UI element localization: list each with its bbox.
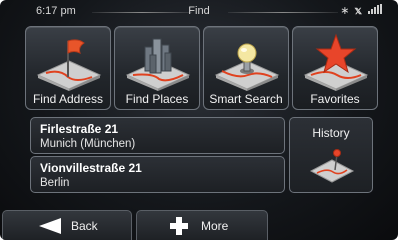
more-label: More [201,219,229,233]
route-pin-icon [309,149,355,183]
recent-destination-1[interactable]: Firlestraße 21 Munich (München) [30,117,285,154]
bottom-toolbar: Back More [0,210,398,240]
bluetooth-icon: ∗ [340,5,351,17]
back-arrow-icon [39,218,61,234]
back-button[interactable]: Back [2,210,132,240]
recent-city: Berlin [40,177,70,189]
gps-satellite-icon: 𝕩 [354,5,363,17]
tile-label: Favorites [310,92,360,106]
recent-street: Vionvillestraße 21 [40,161,142,175]
flag-on-map-icon [36,39,102,91]
tile-label: Find Places [125,92,189,106]
smart-search-button[interactable]: Smart Search [203,26,289,110]
find-address-button[interactable]: Find Address [25,26,111,110]
favorites-button[interactable]: Favorites [292,26,378,110]
more-button[interactable]: More [136,210,268,240]
find-screen: 6:17 pm Find ∗ 𝕩 Find Address Find Place… [0,0,398,240]
status-divider-right [228,12,338,13]
tile-label: Smart Search [209,92,283,106]
status-bar: 6:17 pm Find ∗ 𝕩 [10,3,388,21]
history-button[interactable]: History [289,117,373,193]
city-buildings-icon [125,38,191,91]
back-label: Back [71,219,98,233]
history-label: History [312,126,350,140]
plus-icon [170,217,188,235]
recent-destination-2[interactable]: Vionvillestraße 21 Berlin [30,156,285,193]
star-icon [303,33,369,91]
recent-city: Munich (München) [40,138,136,150]
tile-label: Find Address [32,92,104,106]
status-icons: ∗ 𝕩 [340,4,382,17]
signal-strength-icon [367,4,382,17]
screen-title: Find [188,5,210,17]
find-places-button[interactable]: Find Places [114,26,200,110]
lightbulb-icon [214,43,280,91]
recent-street: Firlestraße 21 [40,122,119,136]
